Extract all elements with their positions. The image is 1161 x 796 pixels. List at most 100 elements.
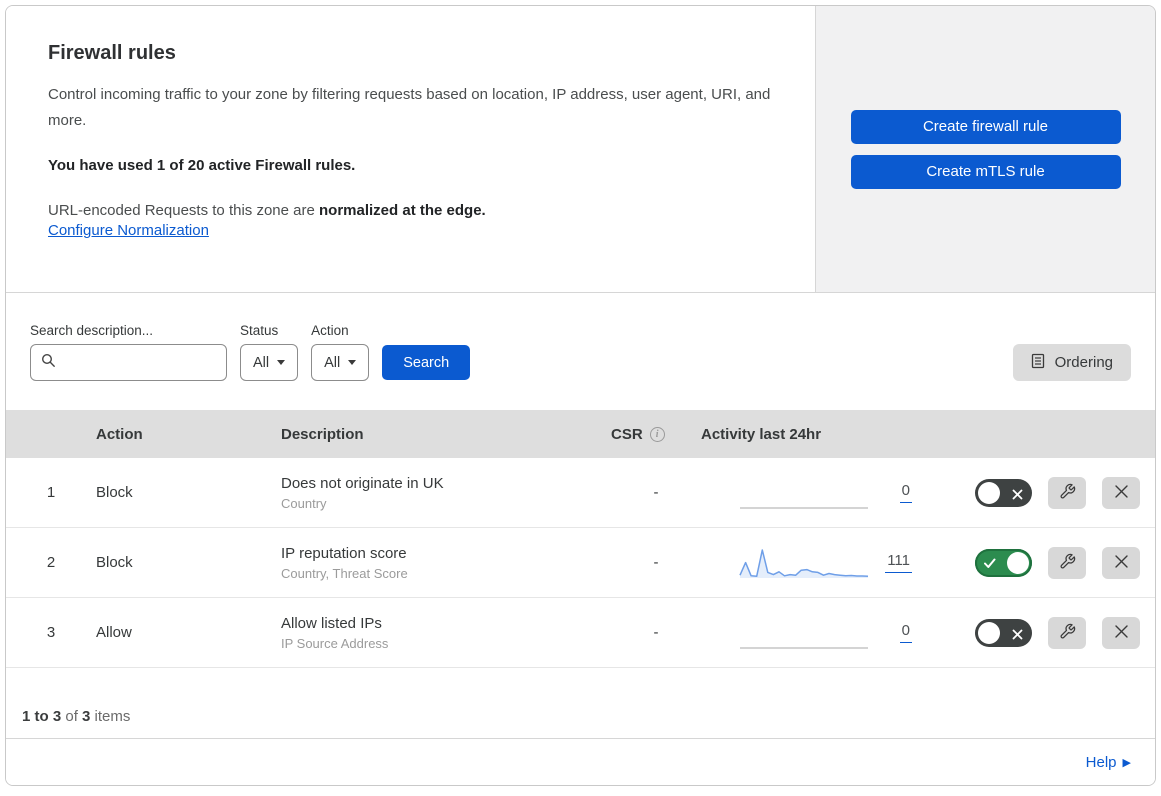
- edit-rule-button[interactable]: [1048, 616, 1086, 649]
- items-range: 1 to 3: [22, 708, 62, 725]
- action-label: Action: [311, 323, 349, 338]
- status-selected-value: All: [253, 354, 270, 371]
- csr-header-label: CSR: [611, 425, 643, 443]
- rule-csr-value: -: [653, 554, 659, 571]
- toggle-knob: [978, 621, 1000, 644]
- status-filter-group: Status All: [240, 323, 299, 381]
- action-selected-value: All: [324, 354, 341, 371]
- rule-csr-value: -: [653, 484, 659, 501]
- rule-controls: [926, 546, 1155, 579]
- normalization-text: URL-encoded Requests to this zone are: [48, 201, 319, 219]
- rule-description: IP reputation score: [281, 544, 407, 562]
- rule-activity-cell: 0: [701, 615, 926, 651]
- ordering-button[interactable]: Ordering: [1012, 344, 1131, 381]
- action-filter-group: Action All: [311, 323, 370, 381]
- x-icon: [1012, 627, 1023, 645]
- info-icon[interactable]: i: [649, 426, 665, 442]
- wrench-icon: [1059, 483, 1076, 503]
- wrench-icon: [1059, 553, 1076, 573]
- action-column-header: Action: [96, 425, 143, 443]
- rule-action: Allow: [96, 624, 132, 641]
- summary-section: Firewall rules Control incoming traffic …: [6, 6, 1155, 293]
- delete-rule-button[interactable]: [1102, 476, 1140, 509]
- search-label: Search description...: [30, 323, 154, 338]
- create-mtls-rule-button[interactable]: Create mTLS rule: [850, 154, 1121, 189]
- activity-column-header: Activity last 24hr: [701, 425, 822, 443]
- action-select[interactable]: All: [311, 344, 370, 381]
- rule-csr-value: -: [653, 624, 659, 641]
- delete-rule-button[interactable]: [1102, 546, 1140, 579]
- search-input[interactable]: [64, 354, 216, 371]
- rule-enable-toggle[interactable]: [975, 548, 1032, 577]
- rule-enable-toggle[interactable]: [975, 478, 1032, 507]
- description-column-header: Description: [281, 425, 364, 443]
- check-icon: [984, 556, 996, 574]
- close-icon: [1114, 484, 1129, 502]
- search-input-box[interactable]: [30, 344, 227, 381]
- table-row: 3 Allow Allow listed IPs IP Source Addre…: [6, 598, 1155, 668]
- table-row: 2 Block IP reputation score Country, Thr…: [6, 528, 1155, 598]
- activity-count-link[interactable]: 0: [899, 482, 912, 503]
- rule-enable-toggle[interactable]: [975, 618, 1032, 647]
- search-group: Search description...: [30, 323, 227, 381]
- wrench-icon: [1059, 623, 1076, 643]
- items-of: of: [61, 708, 83, 725]
- help-bar: Help ▶: [6, 739, 1155, 785]
- rule-fields: IP Source Address: [281, 635, 389, 651]
- rule-priority: 3: [46, 624, 56, 641]
- activity-sparkline: [739, 475, 869, 511]
- rule-description-cell: IP reputation score Country, Threat Scor…: [281, 545, 611, 581]
- items-label: items: [90, 708, 131, 725]
- activity-count-link[interactable]: 111: [885, 552, 912, 573]
- help-link[interactable]: Help ▶: [1086, 754, 1131, 771]
- create-firewall-rule-button[interactable]: Create firewall rule: [850, 109, 1121, 144]
- ordering-button-label: Ordering: [1054, 354, 1113, 371]
- table-header: Action Description CSR i Activity last 2…: [6, 410, 1155, 458]
- filter-bar: Search description... Status All Action …: [6, 293, 1155, 410]
- rule-activity-cell: 111: [701, 545, 926, 581]
- edit-rule-button[interactable]: [1048, 476, 1086, 509]
- configure-normalization-link[interactable]: Configure Normalization: [48, 222, 209, 239]
- activity-count-link[interactable]: 0: [899, 622, 912, 643]
- rule-fields: Country: [281, 495, 327, 511]
- rule-action: Block: [96, 554, 133, 571]
- search-button[interactable]: Search: [382, 345, 471, 380]
- status-select[interactable]: All: [240, 344, 299, 381]
- rule-description-cell: Allow listed IPs IP Source Address: [281, 615, 611, 651]
- search-icon: [41, 353, 56, 373]
- help-label: Help: [1085, 753, 1117, 771]
- items-range-text: 1 to 3 of 3 items: [22, 708, 130, 725]
- close-icon: [1114, 554, 1129, 572]
- chevron-down-icon: [348, 360, 357, 365]
- rule-description: Does not originate in UK: [281, 474, 444, 492]
- usage-status: You have used 1 of 20 active Firewall ru…: [48, 156, 356, 174]
- rule-activity-cell: 0: [701, 475, 926, 511]
- rule-fields: Country, Threat Score: [281, 565, 408, 581]
- normalization-bold-text: normalized at the edge.: [319, 201, 486, 219]
- chevron-down-icon: [277, 360, 286, 365]
- close-icon: [1114, 624, 1129, 642]
- status-label: Status: [240, 323, 279, 338]
- rule-description: Allow listed IPs: [281, 614, 382, 632]
- actions-panel: Create firewall rule Create mTLS rule: [815, 6, 1155, 292]
- delete-rule-button[interactable]: [1102, 616, 1140, 649]
- activity-sparkline: [739, 545, 869, 581]
- rule-priority: 2: [46, 554, 56, 571]
- edit-rule-button[interactable]: [1048, 546, 1086, 579]
- list-document-icon: [1031, 353, 1046, 373]
- rule-controls: [926, 616, 1155, 649]
- toggle-knob: [1007, 551, 1029, 574]
- page-title: Firewall rules: [48, 42, 176, 64]
- csr-column-header: CSR i: [611, 426, 701, 443]
- rule-action: Block: [96, 484, 133, 501]
- x-icon: [1012, 487, 1023, 505]
- rule-controls: [926, 476, 1155, 509]
- pagination-summary: 1 to 3 of 3 items: [6, 668, 1155, 739]
- activity-sparkline: [739, 615, 869, 651]
- normalization-note: URL-encoded Requests to this zone are no…: [48, 200, 775, 223]
- arrow-right-icon: ▶: [1122, 756, 1131, 769]
- summary-text-panel: Firewall rules Control incoming traffic …: [6, 6, 815, 292]
- rule-description-cell: Does not originate in UK Country: [281, 475, 611, 511]
- page-description: Control incoming traffic to your zone by…: [48, 86, 771, 130]
- table-row: 1 Block Does not originate in UK Country…: [6, 458, 1155, 528]
